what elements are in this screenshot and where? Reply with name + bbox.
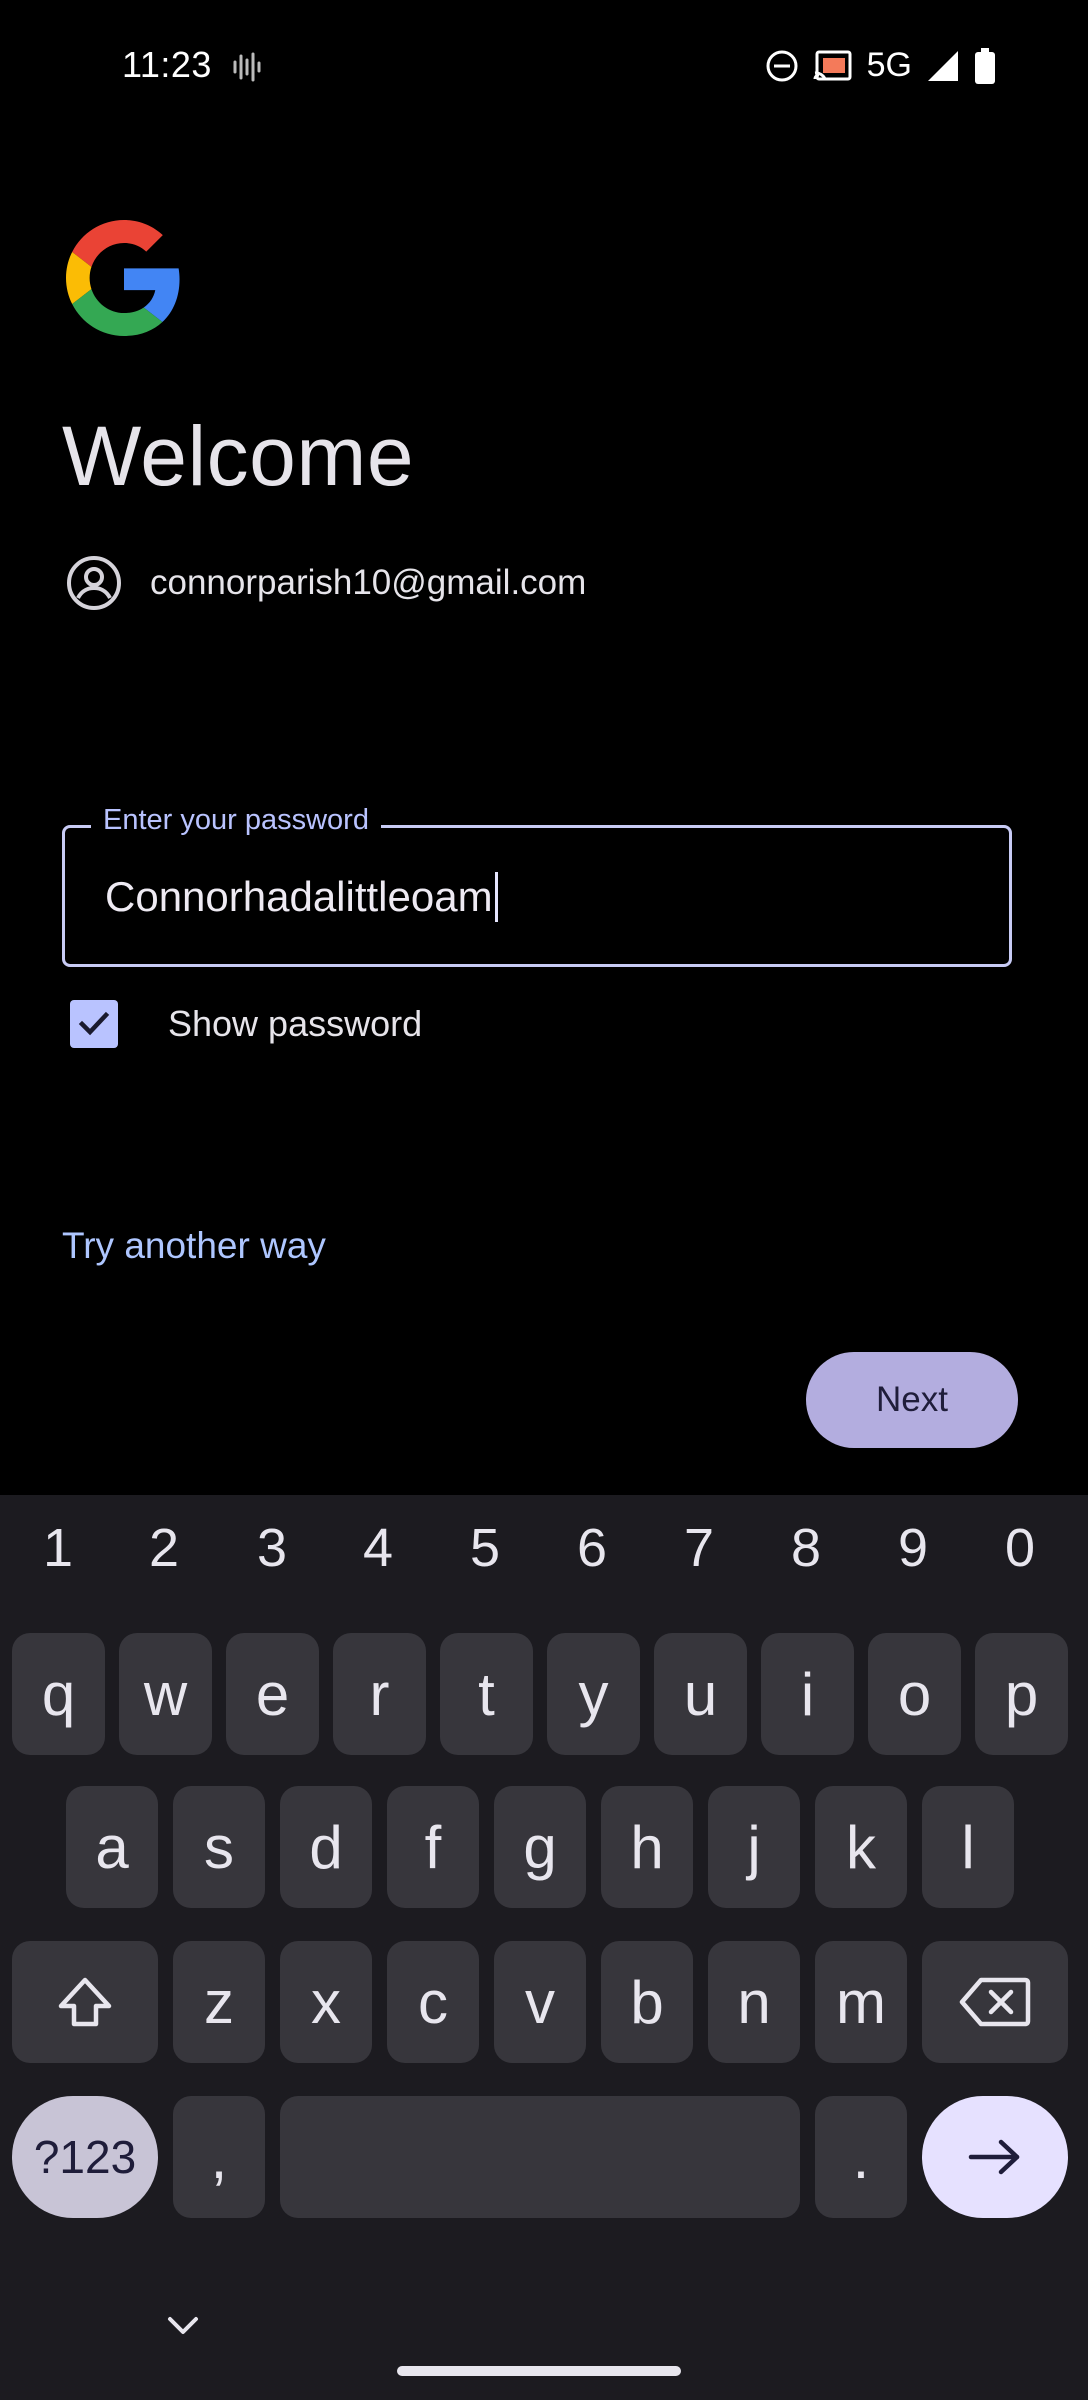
- account-email: connorparish10@gmail.com: [150, 563, 587, 602]
- backspace-icon: [959, 1977, 1031, 2027]
- text-cursor: [494, 872, 498, 922]
- key-v[interactable]: v: [494, 1941, 586, 2063]
- space-bar[interactable]: [280, 2096, 800, 2218]
- key-3[interactable]: 3: [219, 1517, 325, 1579]
- signal-icon: [928, 50, 958, 81]
- key-q[interactable]: q: [12, 1633, 105, 1755]
- show-password-checkbox[interactable]: [70, 1000, 118, 1048]
- key-o[interactable]: o: [868, 1633, 961, 1755]
- do-not-disturb-icon: [766, 50, 798, 81]
- key-u[interactable]: u: [654, 1633, 747, 1755]
- home-gesture-bar[interactable]: [397, 2366, 681, 2376]
- network-type: 5G: [866, 46, 912, 84]
- status-bar: 11:23 5G: [0, 0, 1088, 135]
- arrow-right-icon: [968, 2139, 1020, 2175]
- key-9[interactable]: 9: [860, 1517, 966, 1579]
- key-4[interactable]: 4: [325, 1517, 431, 1579]
- cast-icon: [813, 50, 852, 80]
- key-b[interactable]: b: [601, 1941, 693, 2063]
- comma-key[interactable]: ,: [173, 2096, 265, 2218]
- key-x[interactable]: x: [280, 1941, 372, 2063]
- key-z[interactable]: z: [173, 1941, 265, 2063]
- key-p[interactable]: p: [975, 1633, 1068, 1755]
- key-7[interactable]: 7: [646, 1517, 752, 1579]
- checkmark-icon: [78, 1011, 110, 1036]
- google-logo: [66, 220, 180, 336]
- battery-icon: [975, 47, 995, 84]
- password-input-value[interactable]: Connorhadalittleoam: [105, 873, 493, 921]
- key-c[interactable]: c: [387, 1941, 479, 2063]
- password-field[interactable]: Enter your password Connorhadalittleoam: [62, 804, 1012, 967]
- key-e[interactable]: e: [226, 1633, 319, 1755]
- sound-wave-icon: [233, 52, 261, 82]
- key-j[interactable]: j: [708, 1786, 800, 1908]
- account-chip: connorparish10@gmail.com: [66, 555, 586, 611]
- key-k[interactable]: k: [815, 1786, 907, 1908]
- number-row: 1 2 3 4 5 6 7 8 9 0: [0, 1517, 1088, 1579]
- key-0[interactable]: 0: [967, 1517, 1073, 1579]
- key-i[interactable]: i: [761, 1633, 854, 1755]
- key-1[interactable]: 1: [5, 1517, 111, 1579]
- key-2[interactable]: 2: [111, 1517, 217, 1579]
- status-icons: 5G: [765, 46, 996, 85]
- key-w[interactable]: w: [119, 1633, 212, 1755]
- period-key[interactable]: .: [815, 2096, 907, 2218]
- shift-key[interactable]: [12, 1941, 158, 2063]
- key-8[interactable]: 8: [753, 1517, 859, 1579]
- backspace-key[interactable]: [922, 1941, 1068, 2063]
- on-screen-keyboard: 1 2 3 4 5 6 7 8 9 0 q w e r t y u i o p …: [0, 1495, 1088, 2400]
- key-s[interactable]: s: [173, 1786, 265, 1908]
- next-button[interactable]: Next: [806, 1352, 1018, 1448]
- key-6[interactable]: 6: [539, 1517, 645, 1579]
- page-title: Welcome: [62, 409, 415, 503]
- status-time: 11:23: [122, 44, 212, 85]
- show-password-label: Show password: [168, 1003, 423, 1044]
- key-5[interactable]: 5: [432, 1517, 538, 1579]
- key-l[interactable]: l: [922, 1786, 1014, 1908]
- show-password-toggle[interactable]: Show password: [70, 1000, 422, 1048]
- key-r[interactable]: r: [333, 1633, 426, 1755]
- key-d[interactable]: d: [280, 1786, 372, 1908]
- key-h[interactable]: h: [601, 1786, 693, 1908]
- key-t[interactable]: t: [440, 1633, 533, 1755]
- enter-key[interactable]: [922, 2096, 1068, 2218]
- key-g[interactable]: g: [494, 1786, 586, 1908]
- key-a[interactable]: a: [66, 1786, 158, 1908]
- try-another-way-link[interactable]: Try another way: [62, 1225, 326, 1267]
- hide-keyboard-chevron-icon[interactable]: [166, 2315, 200, 2337]
- account-circle-icon: [67, 556, 121, 610]
- symbols-key[interactable]: ?123: [12, 2096, 158, 2218]
- key-y[interactable]: y: [547, 1633, 640, 1755]
- key-n[interactable]: n: [708, 1941, 800, 2063]
- shift-arrow-icon: [58, 1977, 112, 2027]
- key-f[interactable]: f: [387, 1786, 479, 1908]
- key-m[interactable]: m: [815, 1941, 907, 2063]
- password-field-label: Enter your password: [91, 804, 381, 837]
